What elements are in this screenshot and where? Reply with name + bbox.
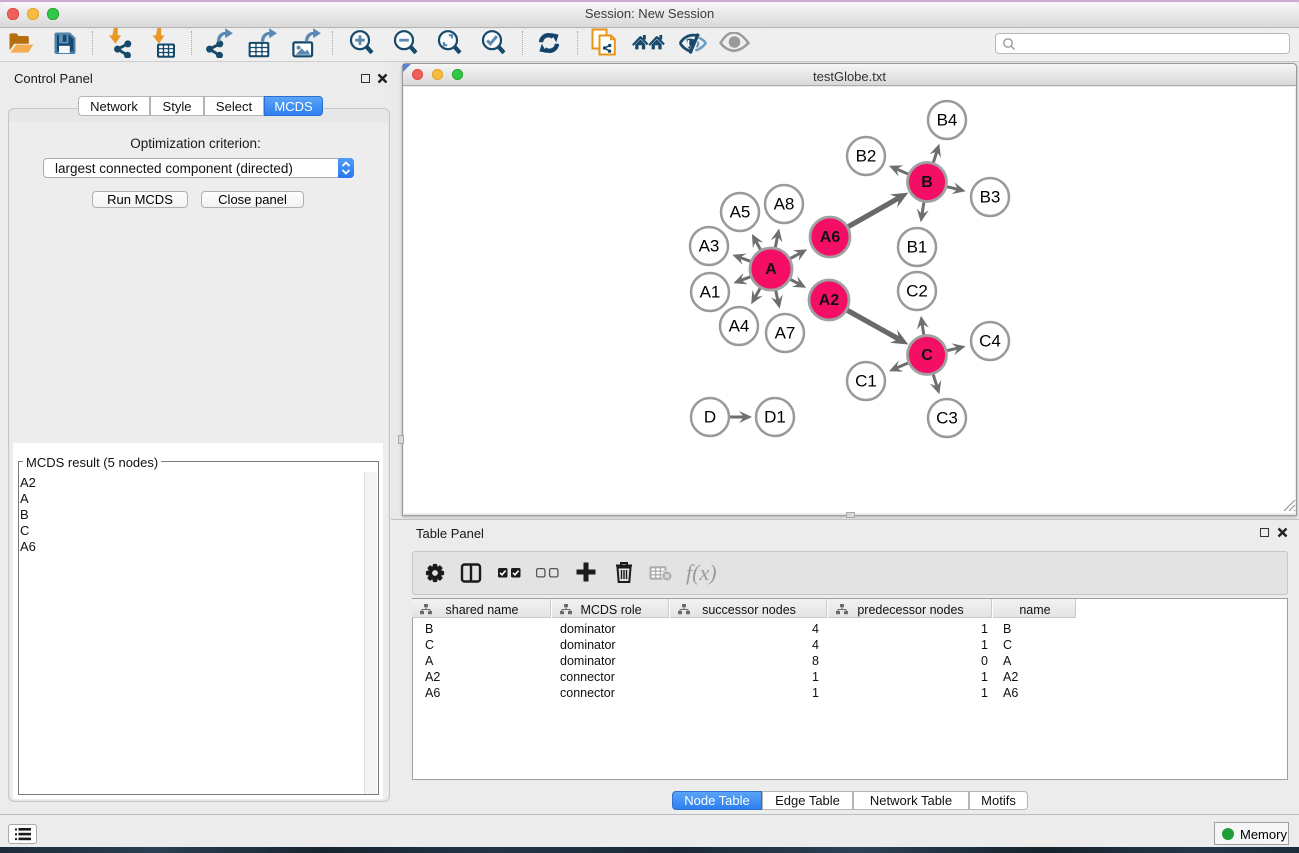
svg-text:C3: C3 bbox=[936, 409, 958, 428]
svg-text:B1: B1 bbox=[907, 238, 928, 257]
svg-text:A7: A7 bbox=[775, 324, 796, 343]
svg-text:B4: B4 bbox=[937, 111, 958, 130]
svg-text:B: B bbox=[921, 174, 933, 191]
svg-text:D: D bbox=[704, 408, 716, 427]
svg-text:C: C bbox=[921, 347, 933, 364]
svg-text:C4: C4 bbox=[979, 332, 1001, 351]
svg-text:C2: C2 bbox=[906, 282, 928, 301]
svg-text:B2: B2 bbox=[856, 147, 877, 166]
svg-text:A6: A6 bbox=[820, 229, 841, 246]
svg-text:A1: A1 bbox=[700, 283, 721, 302]
svg-text:A: A bbox=[765, 261, 777, 278]
svg-text:C1: C1 bbox=[855, 372, 877, 391]
svg-text:A8: A8 bbox=[774, 195, 795, 214]
svg-text:A2: A2 bbox=[819, 292, 840, 309]
svg-text:D1: D1 bbox=[764, 408, 786, 427]
svg-text:B3: B3 bbox=[980, 188, 1001, 207]
svg-text:A4: A4 bbox=[729, 317, 750, 336]
svg-text:A3: A3 bbox=[699, 237, 720, 256]
svg-text:A5: A5 bbox=[730, 203, 751, 222]
